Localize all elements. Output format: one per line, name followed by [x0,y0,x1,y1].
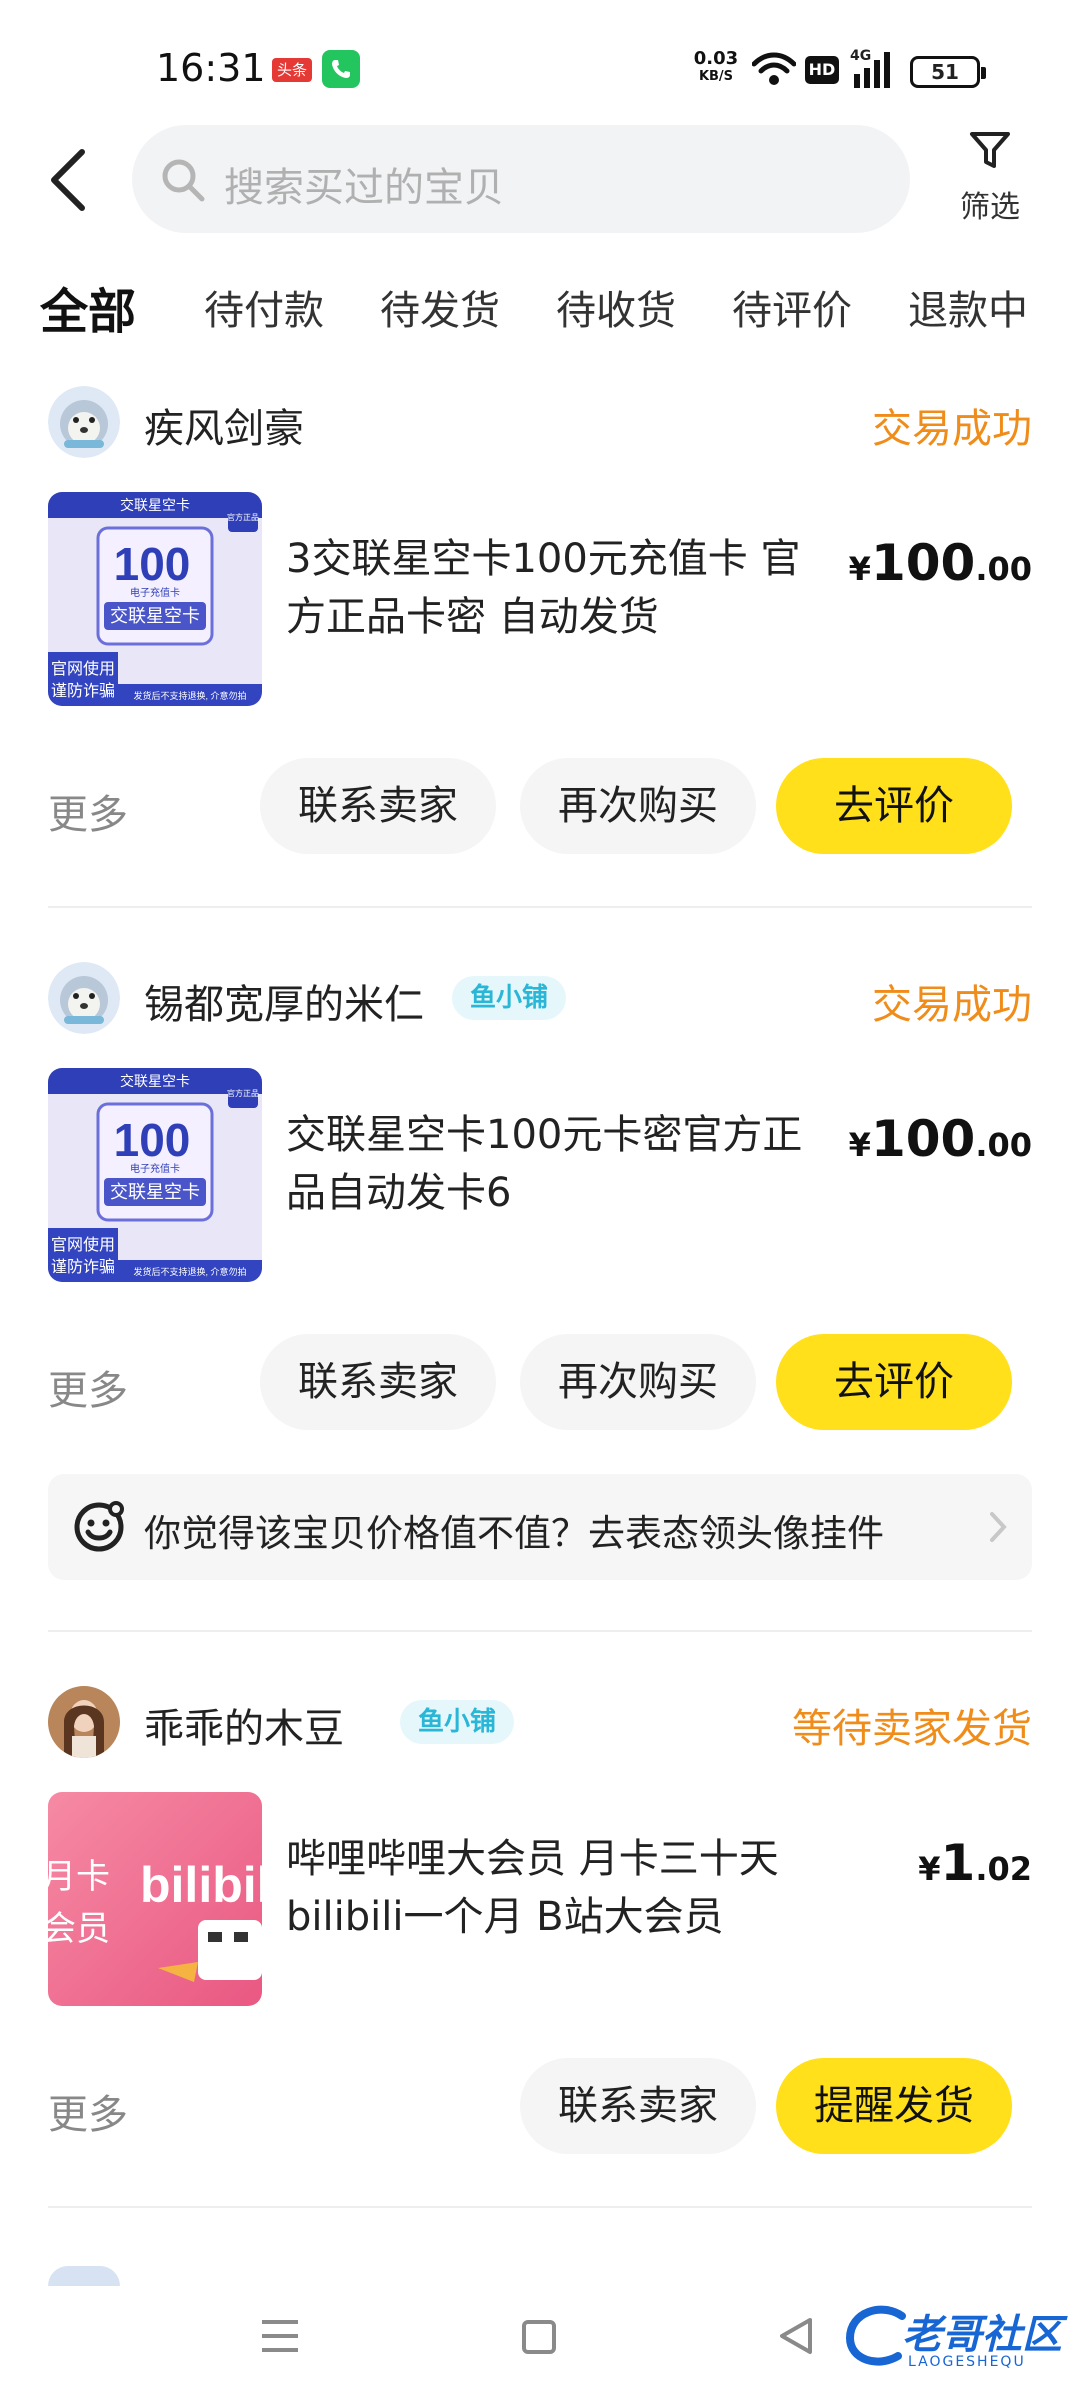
product-image[interactable]: 月卡 会员 bilibili [48,1792,262,2006]
svg-text:100: 100 [114,1114,191,1166]
svg-text:bilibili: bilibili [140,1857,262,1913]
contact-seller-button[interactable]: 联系卖家 [260,1334,496,1430]
review-button[interactable]: 去评价 [776,1334,1012,1430]
shop-tag: 鱼小铺 [400,1700,515,1744]
buy-again-button[interactable]: 再次购买 [520,758,756,854]
divider [48,2206,1032,2208]
svg-text:100: 100 [114,538,191,590]
product-price: ¥100.00 [848,534,1032,592]
hd-icon: HD [805,56,839,84]
system-back-button[interactable] [778,2316,814,2360]
system-nav-bar: 老哥社区 LAOGESHEQU [0,2290,1080,2400]
product-image[interactable]: 交联星空卡 官方正品 100 电子充值卡 交联星空卡 官网使用 谨防诈骗 发货后… [48,1068,262,1282]
shop-name: 疾风剑豪 [144,406,304,452]
contact-seller-button[interactable]: 联系卖家 [520,2058,756,2154]
network-speed: 0.03 KB/S [693,48,739,85]
svg-text:发货后不支持退换, 介意勿拍: 发货后不支持退换, 介意勿拍 [133,690,246,701]
news-app-icon: 头条 [272,58,312,82]
chevron-right-icon [988,1510,1008,1548]
recent-apps-button[interactable] [260,2318,300,2358]
tab-all[interactable]: 全部 [37,272,139,342]
review-button[interactable]: 去评价 [776,758,1012,854]
remind-shipment-button[interactable]: 提醒发货 [776,2058,1012,2154]
search-placeholder: 搜索买过的宝贝 [224,165,504,211]
buy-again-button[interactable]: 再次购买 [520,1334,756,1430]
wifi-icon [751,52,797,92]
product-price: ¥100.00 [848,1110,1032,1168]
svg-text:月卡: 月卡 [48,1858,110,1896]
svg-text:官网使用: 官网使用 [51,1236,115,1254]
order-actions: 更多 联系卖家 提醒发货 [48,2058,1032,2154]
shop-row[interactable]: 锡都宽厚的米仁 鱼小铺 交易成功 [48,956,1032,1036]
svg-text:交联星空卡: 交联星空卡 [120,1073,190,1089]
product-price: ¥1.02 [918,1834,1032,1892]
tab-refunding[interactable]: 退款中 [908,278,1028,336]
order-status: 交易成功 [872,406,1032,452]
back-button[interactable] [48,148,108,218]
order-status: 交易成功 [872,982,1032,1028]
order-status: 等待卖家发货 [792,1706,1032,1752]
svg-text:官方正品: 官方正品 [227,1088,259,1098]
phone-app-icon [322,50,360,88]
promo-text: 你觉得该宝贝价格值不值？去表态领头像挂件 [144,1512,884,1555]
product-title[interactable]: 3交联星空卡100元充值卡 官方正品卡密 自动发货 [286,530,824,646]
watermark-logo: 老哥社区 LAOGESHEQU [842,2298,1072,2378]
status-time: 16:31 [156,46,266,90]
order-actions: 更多 联系卖家 再次购买 去评价 [48,1334,1032,1430]
shop-tag: 鱼小铺 [452,976,567,1020]
shop-row[interactable]: 乖乖的木豆 鱼小铺 等待卖家发货 [48,1680,1032,1760]
filter-label: 筛选 [960,190,1020,225]
shop-avatar [48,962,120,1034]
shop-row[interactable]: 疾风剑豪 交易成功 [48,380,1032,460]
shop-avatar [48,1686,120,1758]
svg-text:电子充值卡: 电子充值卡 [130,1162,180,1175]
signal-icon [850,50,898,94]
search-input[interactable]: 搜索买过的宝贝 [132,125,910,233]
shop-avatar [48,386,120,458]
shop-name: 乖乖的木豆 [144,1706,344,1752]
svg-text:官网使用: 官网使用 [51,660,115,678]
svg-text:电子充值卡: 电子充值卡 [130,586,180,599]
svg-text:发货后不支持退换, 介意勿拍: 发货后不支持退换, 介意勿拍 [133,1266,246,1277]
more-link[interactable]: 更多 [48,1358,128,1416]
more-link[interactable]: 更多 [48,782,128,840]
product-title[interactable]: 哔哩哔哩大会员 月卡三十天 bilibili一个月 B站大会员 [286,1830,824,1946]
header: 搜索买过的宝贝 筛选 [0,120,1080,240]
tab-pending-review[interactable]: 待评价 [732,278,852,336]
contact-seller-button[interactable]: 联系卖家 [260,758,496,854]
svg-text:交联星空卡: 交联星空卡 [110,606,200,626]
divider [48,1630,1032,1632]
svg-text:交联星空卡: 交联星空卡 [120,497,190,513]
svg-text:谨防诈骗: 谨防诈骗 [51,682,115,700]
search-icon [160,157,206,207]
shop-name: 锡都宽厚的米仁 [144,982,424,1028]
svg-text:交联星空卡: 交联星空卡 [110,1182,200,1202]
tab-pending-payment[interactable]: 待付款 [204,278,324,336]
more-link[interactable]: 更多 [48,2082,128,2140]
price-feedback-banner[interactable]: 你觉得该宝贝价格值不值？去表态领头像挂件 [48,1474,1032,1580]
product-title[interactable]: 交联星空卡100元卡密官方正品自动发卡6 [286,1106,824,1222]
order-actions: 更多 联系卖家 再次购买 去评价 [48,758,1032,854]
svg-text:会员: 会员 [48,1910,110,1948]
svg-text:谨防诈骗: 谨防诈骗 [51,1258,115,1276]
battery-icon: 51 [910,56,986,88]
filter-icon [970,132,1010,168]
next-order-avatar [48,2266,120,2286]
divider [48,906,1032,908]
product-image[interactable]: 交联星空卡 官方正品 100 电子充值卡 交联星空卡 官网使用 谨防诈骗 发货后… [48,492,262,706]
tab-pending-receipt[interactable]: 待收货 [556,278,676,336]
order-tabs: 全部 待付款 待发货 待收货 待评价 退款中 [0,270,1080,350]
svg-text:官方正品: 官方正品 [227,512,259,522]
chevron-left-icon [51,149,85,211]
smile-icon [72,1500,126,1558]
home-button[interactable] [522,2320,556,2354]
filter-button[interactable]: 筛选 [948,128,1032,238]
tab-pending-shipment[interactable]: 待发货 [380,278,500,336]
status-bar: 16:31 头条 0.03 KB/S HD 4G 51 [0,0,1080,120]
